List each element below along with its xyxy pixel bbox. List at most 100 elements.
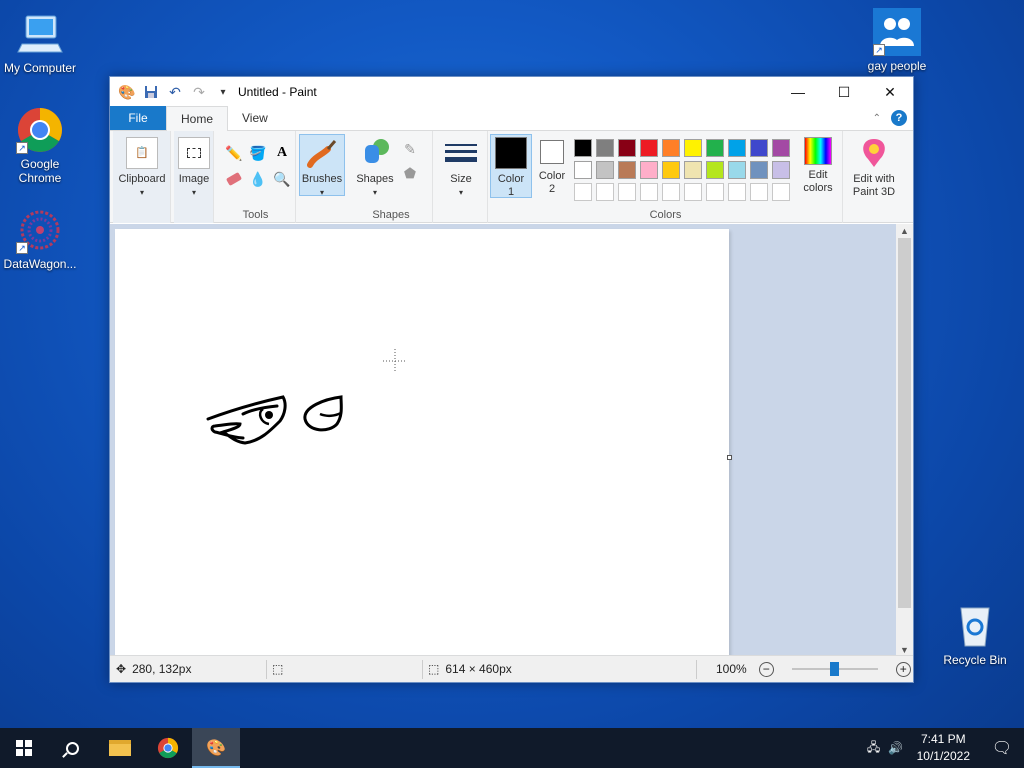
edit-colors-label: Edit colors: [803, 169, 833, 194]
zoom-slider[interactable]: [791, 662, 878, 676]
palette-swatch[interactable]: [574, 161, 592, 179]
collapse-ribbon-icon[interactable]: ⌃: [873, 113, 881, 124]
custom-color-slot[interactable]: [596, 183, 614, 201]
custom-color-slot[interactable]: [728, 183, 746, 201]
edit-with-paint3d-button[interactable]: Edit with Paint 3D: [846, 137, 902, 199]
network-icon[interactable]: 🖧: [863, 738, 885, 759]
paint-app-icon[interactable]: 🎨: [118, 83, 136, 101]
desktop-icon-datawagon[interactable]: ↗ DataWagon...: [0, 206, 80, 271]
canvas-size: 614 × 460px: [445, 662, 512, 676]
custom-color-slot[interactable]: [706, 183, 724, 201]
undo-icon[interactable]: ↶: [166, 83, 184, 101]
tab-home[interactable]: Home: [166, 106, 229, 131]
size-group: Size ▾: [434, 131, 488, 223]
notifications-icon[interactable]: 🗨: [980, 738, 1024, 758]
cursor-position: 280, 132px: [132, 662, 192, 676]
zoom-out-button[interactable]: −: [758, 661, 774, 677]
close-button[interactable]: ✕: [867, 77, 913, 107]
ribbon: 📋 Clipboard ▾ Image ▾ ✏️ 🪣 A 💧 �: [110, 131, 913, 223]
palette-swatch[interactable]: [662, 161, 680, 179]
shape-fill-icon[interactable]: ⬟: [400, 163, 420, 183]
palette-swatch[interactable]: [640, 161, 658, 179]
taskbar-paint[interactable]: 🎨: [192, 728, 240, 768]
edit-colors-button[interactable]: Edit colors: [797, 137, 839, 195]
zoom-slider-thumb[interactable]: [829, 662, 839, 676]
color1-button[interactable]: Color 1: [490, 134, 532, 198]
palette-swatch[interactable]: [596, 161, 614, 179]
palette-swatch[interactable]: [684, 139, 702, 157]
palette-swatch[interactable]: [750, 161, 768, 179]
palette-swatch[interactable]: [728, 161, 746, 179]
color2-swatch: [540, 140, 564, 164]
scrollbar-thumb[interactable]: [898, 238, 911, 608]
start-button[interactable]: [0, 728, 48, 768]
maximize-button[interactable]: ☐: [821, 77, 867, 107]
canvas-workspace: [110, 224, 897, 657]
brushes-button[interactable]: Brushes ▾: [299, 134, 345, 197]
custom-color-slot[interactable]: [684, 183, 702, 201]
desktop-icon-gay-people[interactable]: ↗ gay people: [857, 8, 937, 73]
palette-swatch[interactable]: [706, 161, 724, 179]
customize-qat-icon[interactable]: ▾: [214, 83, 232, 101]
color-picker-icon[interactable]: 💧: [248, 169, 268, 189]
redo-icon[interactable]: ↷: [190, 83, 208, 101]
tab-file[interactable]: File: [110, 106, 166, 130]
shapes-group-label: Shapes: [372, 209, 410, 221]
brushes-group: Brushes ▾: [297, 131, 349, 223]
drawing-canvas[interactable]: [115, 229, 732, 657]
custom-color-slot[interactable]: [640, 183, 658, 201]
custom-color-slot[interactable]: [618, 183, 636, 201]
palette-swatch[interactable]: [750, 139, 768, 157]
custom-color-slot[interactable]: [574, 183, 592, 201]
palette-swatch[interactable]: [684, 161, 702, 179]
image-button[interactable]: Image ▾: [176, 137, 212, 199]
taskbar-chrome[interactable]: [144, 728, 192, 768]
custom-color-slot[interactable]: [772, 183, 790, 201]
paint3d-icon: [858, 137, 890, 169]
palette-swatch[interactable]: [574, 139, 592, 157]
paint-icon: 🎨: [206, 740, 226, 757]
magnifier-icon[interactable]: 🔍: [272, 169, 292, 189]
palette-swatch[interactable]: [596, 139, 614, 157]
eraser-icon[interactable]: [224, 169, 244, 189]
canvas-resize-handle[interactable]: [727, 455, 732, 460]
custom-color-slot[interactable]: [662, 183, 680, 201]
save-icon[interactable]: [142, 83, 160, 101]
desktop-icon-recycle-bin[interactable]: Recycle Bin: [935, 602, 1015, 667]
palette-swatch[interactable]: [728, 139, 746, 157]
palette-swatch[interactable]: [772, 139, 790, 157]
recycle-bin-icon: [951, 602, 999, 650]
palette-swatch[interactable]: [772, 161, 790, 179]
clock[interactable]: 7:41 PM 10/1/2022: [907, 731, 980, 765]
palette-swatch[interactable]: [640, 139, 658, 157]
volume-icon[interactable]: 🔊: [885, 741, 907, 755]
minimize-button[interactable]: —: [775, 77, 821, 107]
clipboard-button[interactable]: 📋 Clipboard ▾: [116, 137, 168, 199]
palette-swatch[interactable]: [618, 139, 636, 157]
clipboard-icon: 📋: [126, 137, 158, 169]
search-button[interactable]: [48, 728, 96, 768]
desktop-icon-my-computer[interactable]: My Computer: [0, 10, 80, 75]
custom-color-slot[interactable]: [750, 183, 768, 201]
palette-swatch[interactable]: [706, 139, 724, 157]
clipboard-group: 📋 Clipboard ▾: [113, 131, 171, 223]
tab-view[interactable]: View: [228, 106, 282, 130]
text-icon[interactable]: A: [272, 143, 292, 163]
taskbar-file-explorer[interactable]: [96, 728, 144, 768]
shapes-button[interactable]: Shapes ▾: [354, 137, 396, 199]
palette-swatch[interactable]: [662, 139, 680, 157]
image-group: Image ▾: [174, 131, 214, 223]
scroll-up-icon[interactable]: ▲: [896, 224, 913, 238]
palette-swatch[interactable]: [618, 161, 636, 179]
desktop-icon-chrome[interactable]: ↗ Google Chrome: [0, 106, 80, 185]
pencil-icon[interactable]: ✏️: [224, 143, 244, 163]
fill-icon[interactable]: 🪣: [248, 143, 268, 163]
help-icon[interactable]: ?: [891, 110, 907, 126]
vertical-scrollbar[interactable]: ▲ ▼: [896, 224, 913, 657]
zoom-in-button[interactable]: +: [895, 661, 911, 677]
size-button[interactable]: Size ▾: [438, 137, 484, 199]
clock-time: 7:41 PM: [920, 732, 966, 746]
outline-icon[interactable]: ✎: [400, 139, 420, 159]
color2-button[interactable]: Color 2: [534, 137, 570, 196]
chevron-down-icon: ▾: [372, 188, 377, 197]
